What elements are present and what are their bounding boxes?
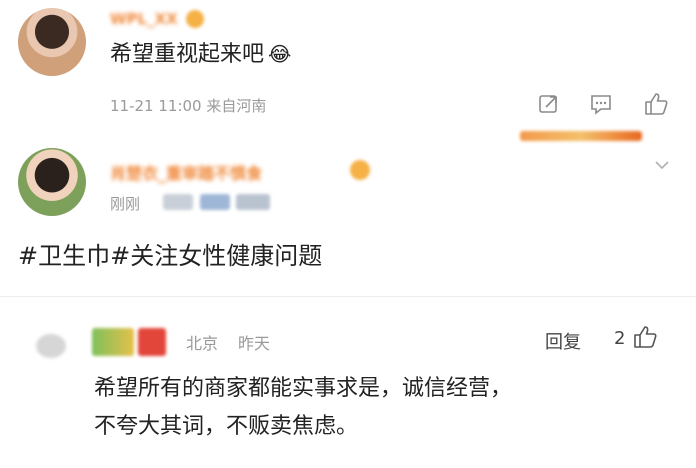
user-tag	[163, 194, 193, 210]
reply-button[interactable]: 回复	[545, 328, 581, 354]
avatar[interactable]	[18, 8, 86, 76]
user-tag	[236, 194, 270, 210]
like-icon[interactable]	[643, 91, 669, 121]
member-badge	[350, 160, 370, 180]
timestamp: 昨天	[238, 334, 271, 353]
reply-text-line2: 不夸大其词，不贩卖焦虑。	[94, 414, 359, 439]
user-emoji-badge	[92, 328, 134, 356]
timestamp: 刚刚	[110, 195, 141, 213]
avatar[interactable]	[36, 334, 66, 358]
reply-text-line1: 希望所有的商家都能实事求是，诚信经营，	[94, 376, 513, 401]
like-icon[interactable]	[632, 324, 658, 354]
username[interactable]: 肖楚衣_重审踏不惧食	[110, 160, 262, 184]
comment-icon[interactable]	[589, 93, 613, 119]
like-count: 2	[614, 328, 626, 349]
member-badge	[186, 10, 204, 28]
repost-icon[interactable]	[538, 93, 560, 119]
divider	[0, 296, 696, 297]
user-tag	[200, 194, 230, 210]
user-emoji-badge	[138, 328, 166, 356]
chevron-down-icon[interactable]	[654, 155, 670, 174]
location: 北京	[186, 334, 219, 353]
hashtag-text[interactable]: #卫生巾#关注女性健康问题	[18, 236, 322, 271]
avatar[interactable]	[18, 148, 86, 216]
comment-text: 希望重视起来吧 😂	[110, 42, 292, 67]
username[interactable]: WPL_XX	[110, 10, 178, 28]
laughing-crying-emoji: 😂	[268, 42, 292, 66]
decorative-strip	[520, 131, 642, 141]
timestamp: 11-21 11:00 来自河南	[110, 97, 267, 115]
